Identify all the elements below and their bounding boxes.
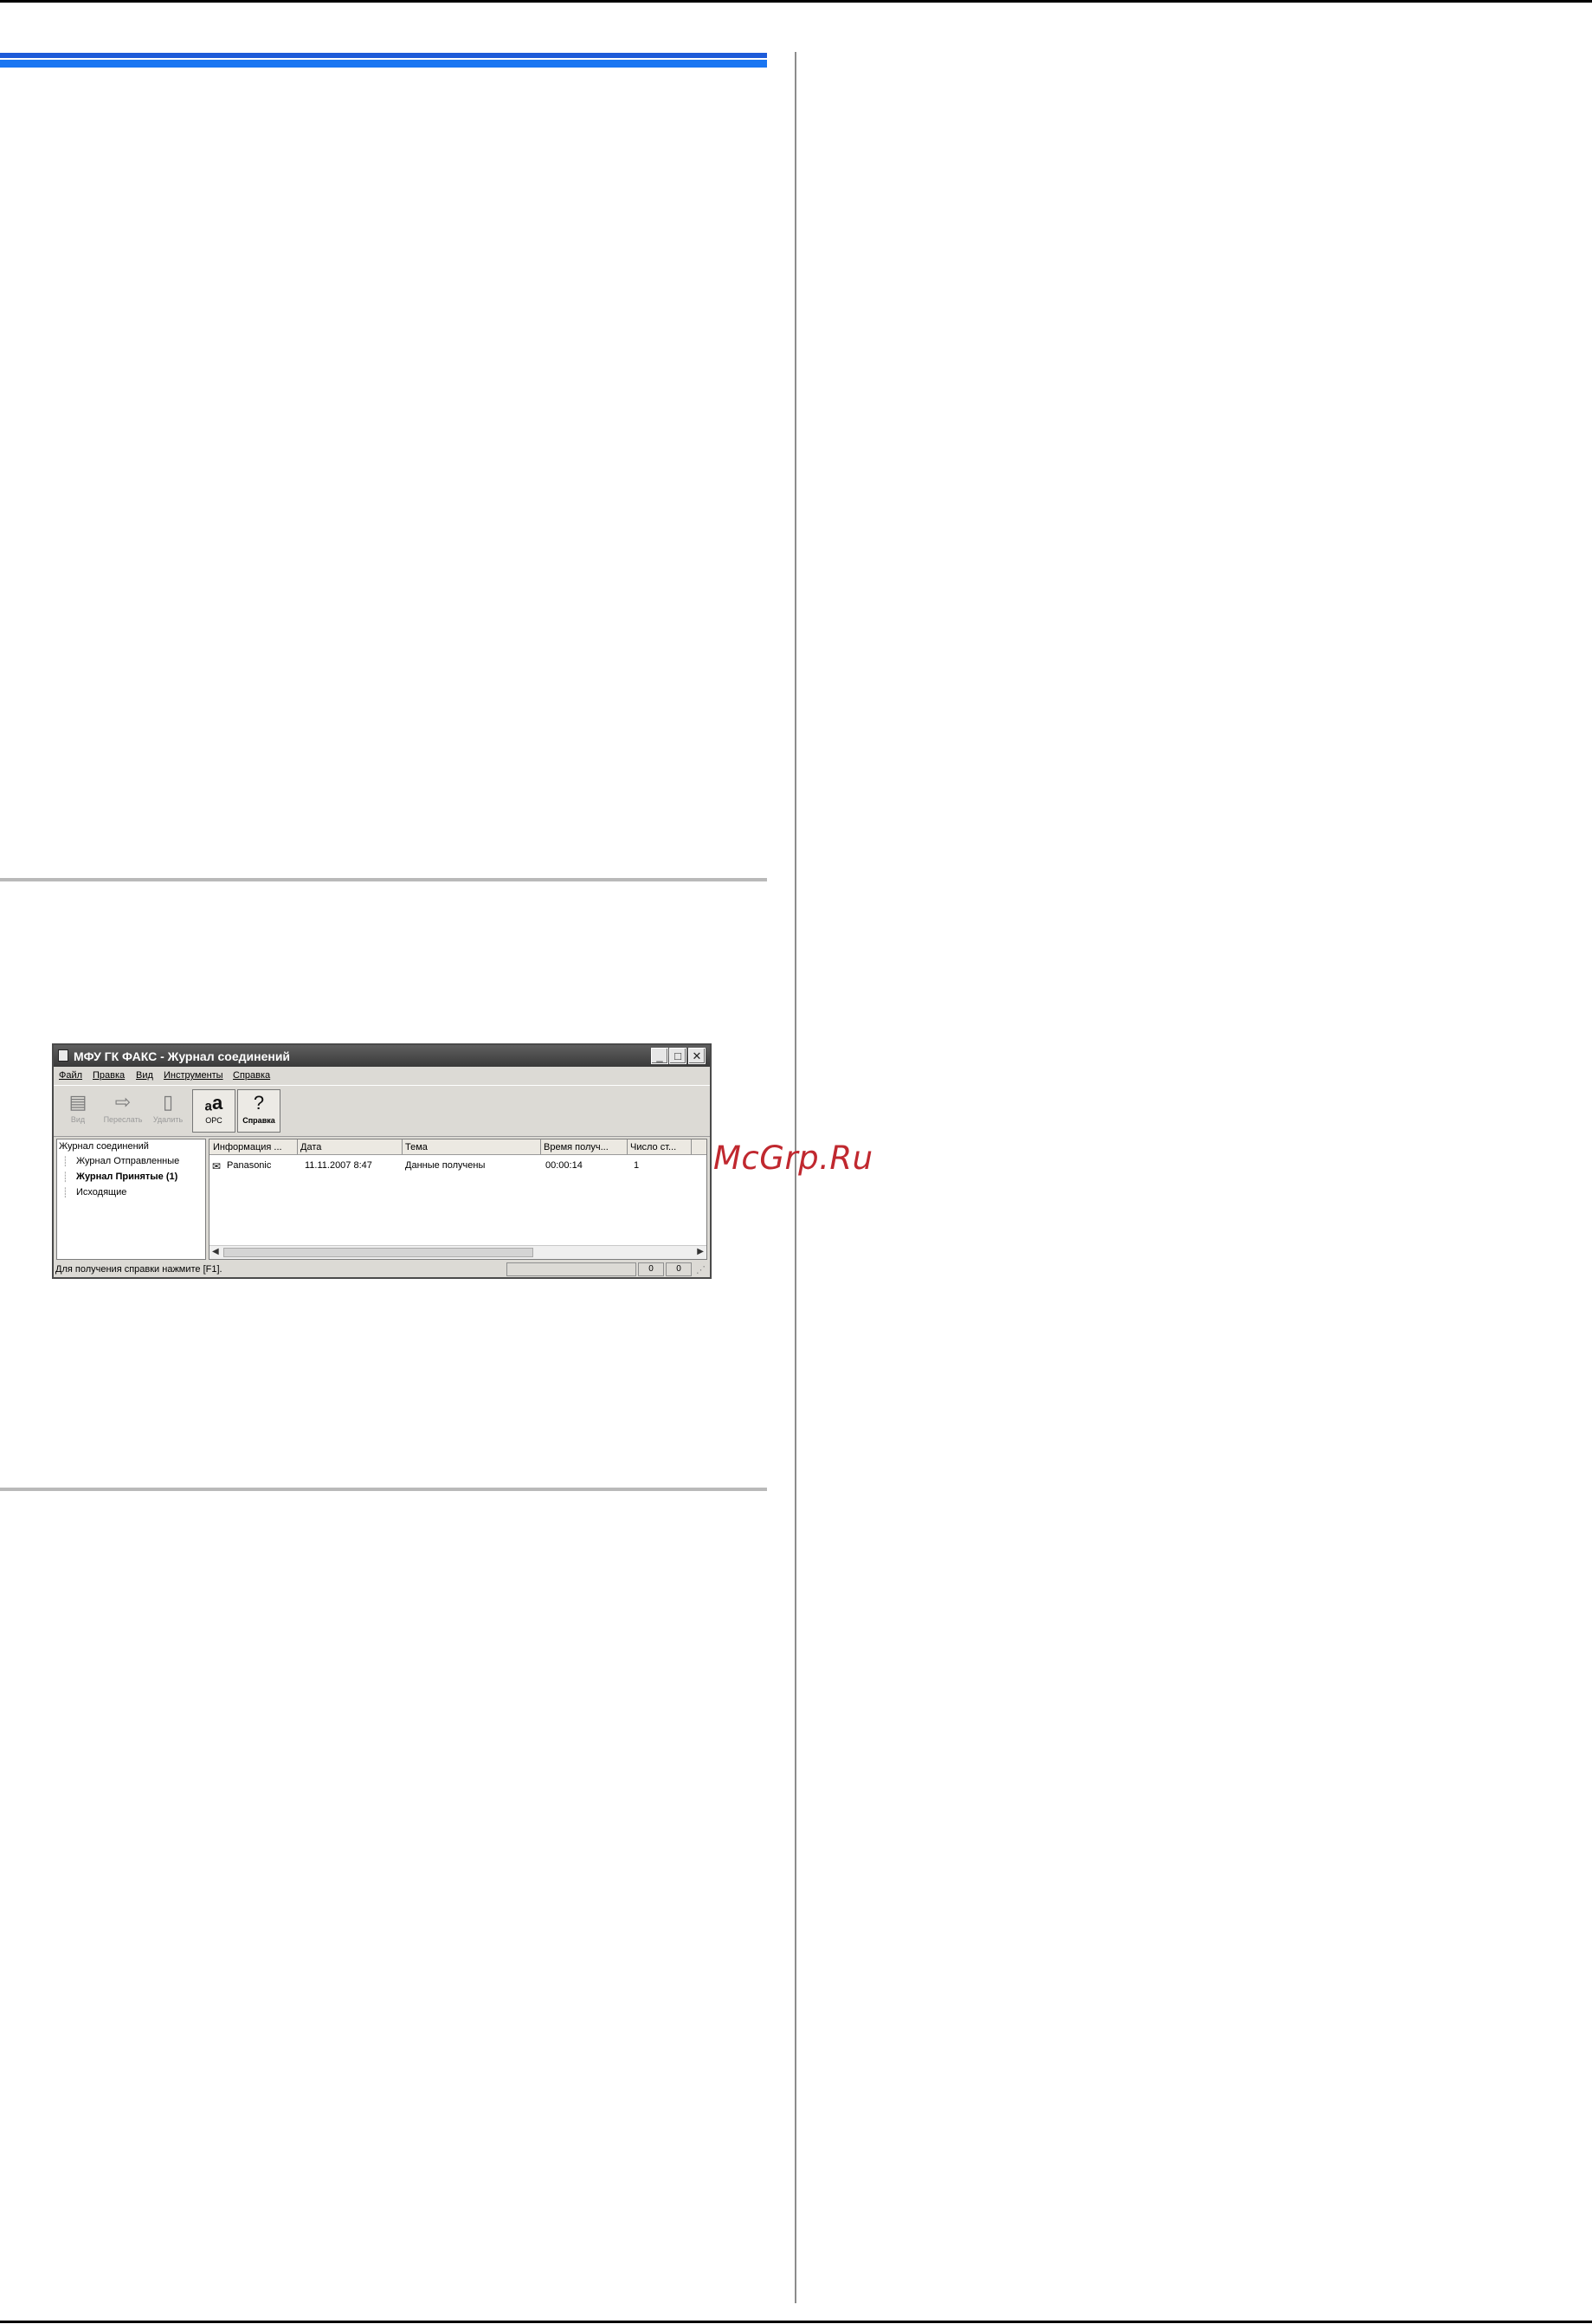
tree-item-outgoing[interactable]: Исходящие xyxy=(76,1187,126,1198)
menu-tools[interactable]: Инструменты xyxy=(164,1070,223,1081)
menu-help[interactable]: Справка xyxy=(233,1070,270,1081)
column-header-info[interactable]: Информация ... xyxy=(213,1142,282,1152)
tree-item-sent[interactable]: Журнал Отправленные xyxy=(76,1156,179,1166)
delete-button[interactable]: ▯ Удалить xyxy=(146,1089,190,1133)
forward-button[interactable]: ⇨ Переслать xyxy=(101,1089,145,1133)
resize-grip-icon[interactable]: ⋰ xyxy=(696,1264,706,1275)
ocr-icon: ₐa xyxy=(204,1092,223,1114)
close-button[interactable]: ✕ xyxy=(688,1048,706,1064)
status-counter-2: 0 xyxy=(666,1262,692,1276)
tree-item-received[interactable]: Журнал Принятые (1) xyxy=(76,1172,177,1182)
horizontal-scrollbar[interactable]: ◀ ▶ xyxy=(209,1245,706,1259)
section-header-bar xyxy=(0,53,767,68)
watermark: McGrp.Ru xyxy=(713,1139,873,1177)
help-button[interactable]: ? Справка xyxy=(237,1089,280,1133)
fax-received-icon: ✉ xyxy=(212,1160,222,1172)
column-header-date[interactable]: Дата xyxy=(300,1142,321,1152)
ocr-button[interactable]: ₐa OPC xyxy=(192,1089,235,1133)
status-counter-1: 0 xyxy=(638,1262,664,1276)
menu-bar: Файл Правка Вид Инструменты Справка xyxy=(54,1067,710,1084)
status-text: Для получения справки нажмите [F1]. xyxy=(55,1264,222,1275)
menu-file[interactable]: Файл xyxy=(59,1070,82,1081)
status-panel xyxy=(506,1262,636,1276)
list-header: Информация ... Дата Тема Время получ... … xyxy=(209,1139,706,1155)
scroll-right-icon[interactable]: ▶ xyxy=(697,1247,704,1256)
toolbar: ▤ Вид ⇨ Переслать ▯ Удалить ₐa OPC ? Спр… xyxy=(54,1085,710,1137)
minimize-button[interactable]: _ xyxy=(651,1048,668,1064)
column-divider xyxy=(795,52,796,2303)
section-separator xyxy=(0,1488,767,1491)
window-title: МФУ ГК ФАКС - Журнал соединений xyxy=(74,1049,291,1063)
column-header-pages[interactable]: Число ст... xyxy=(630,1142,676,1152)
scroll-thumb[interactable] xyxy=(223,1248,533,1257)
view-button[interactable]: ▤ Вид xyxy=(56,1089,100,1133)
help-icon: ? xyxy=(253,1092,265,1114)
window-titlebar: МФУ ГК ФАКС - Журнал соединений _ □ ✕ xyxy=(54,1045,710,1067)
forward-icon: ⇨ xyxy=(114,1091,132,1113)
status-bar: Для получения справки нажмите [F1]. 0 0 … xyxy=(54,1262,710,1277)
tree-root[interactable]: Журнал соединений xyxy=(59,1141,149,1152)
menu-view[interactable]: Вид xyxy=(136,1070,153,1081)
scroll-left-icon[interactable]: ◀ xyxy=(212,1247,219,1256)
app-icon xyxy=(58,1049,68,1062)
delete-icon: ▯ xyxy=(162,1091,174,1113)
fax-log-window: МФУ ГК ФАКС - Журнал соединений _ □ ✕ Фа… xyxy=(52,1043,712,1279)
view-icon: ▤ xyxy=(68,1091,87,1113)
menu-edit[interactable]: Правка xyxy=(93,1070,125,1081)
section-separator xyxy=(0,878,767,881)
maximize-button[interactable]: □ xyxy=(669,1048,686,1064)
column-header-time[interactable]: Время получ... xyxy=(544,1142,609,1152)
page-bottom-rule xyxy=(0,2321,1592,2323)
log-list: Информация ... Дата Тема Время получ... … xyxy=(209,1139,707,1260)
folder-tree: Журнал соединений ┊ Журнал Отправленные … xyxy=(56,1139,206,1260)
page-top-rule xyxy=(0,0,1592,3)
column-header-subject[interactable]: Тема xyxy=(405,1142,428,1152)
